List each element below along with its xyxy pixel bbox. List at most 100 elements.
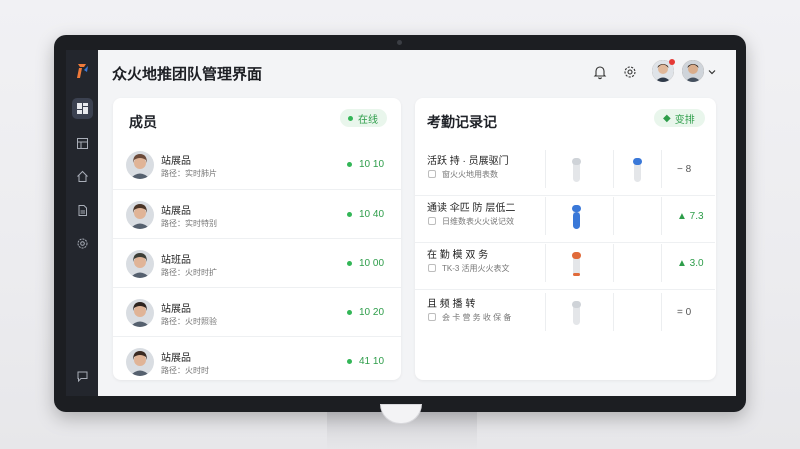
member-value: 10 40 <box>359 209 385 220</box>
record-value: − 8 <box>677 164 692 175</box>
member-row[interactable]: 站展品路径：火时照验 10 20 <box>113 287 401 336</box>
sidebar-item-chat[interactable] <box>72 366 93 387</box>
dashboard-icon <box>77 103 88 114</box>
member-name: 站班品 <box>161 255 191 266</box>
record-subtitle: 会 卡 营 务 收 保 备 <box>442 313 512 322</box>
user-avatar[interactable] <box>682 60 704 82</box>
attendance-title: 考勤记录记 <box>427 114 497 130</box>
record-subtitle: 窗火火地用表数 <box>442 170 498 179</box>
member-subtitle: 路径：火时时扩 <box>161 268 217 277</box>
chat-icon <box>77 371 88 383</box>
member-avatar <box>126 201 154 229</box>
member-row[interactable]: 站班品路径：火时时扩 10 00 <box>113 238 401 287</box>
bell-icon[interactable] <box>592 64 608 80</box>
online-dot <box>347 261 352 266</box>
top-header: 众火地推团队管理界面 <box>98 50 736 94</box>
gauge-fill <box>573 273 580 276</box>
members-card: 成员 在线 站展品 路径：实时肺片 10 10 站展品 路径：实时特别 10 40 站班品路… <box>113 98 401 380</box>
member-value: 10 10 <box>359 159 385 170</box>
attendance-record[interactable]: 通读 伞匹 防 层低二 日维数表火火说记效 ▲ 7.3 <box>415 195 715 243</box>
document-icon <box>78 205 87 216</box>
attendance-record[interactable]: 活跃 持 · 员展驱门 窗火火地用表数 − 8 <box>415 148 715 196</box>
sidebar-item-home[interactable] <box>72 166 93 187</box>
app-logo[interactable] <box>75 62 91 80</box>
app-screen: 众火地推团队管理界面 成员 在线 站展品 路径：实时肺片 10 10 站展品 路… <box>66 50 736 396</box>
member-avatar <box>126 348 154 376</box>
page-title: 众火地推团队管理界面 <box>112 66 263 83</box>
member-row[interactable]: 站展品路径：实时特别 10 40 <box>113 189 401 238</box>
member-avatar <box>126 299 154 327</box>
record-value: = 0 <box>677 307 692 318</box>
record-checkbox[interactable] <box>428 217 436 225</box>
member-name: 站展品 <box>161 206 191 217</box>
attendance-action-button[interactable]: ◆ 变排 <box>654 109 705 127</box>
status-label: 在线 <box>358 114 378 126</box>
member-row[interactable]: 站展品路径：实时肺片 10 10 <box>113 140 401 189</box>
record-checkbox[interactable] <box>428 264 436 272</box>
column-divider <box>661 244 662 282</box>
column-divider <box>613 293 614 331</box>
action-label: 变排 <box>674 114 695 126</box>
record-title: 通读 伞匹 防 层低二 <box>427 203 516 214</box>
member-name: 站展品 <box>161 353 191 364</box>
sidebar <box>66 50 98 396</box>
column-divider <box>661 150 662 188</box>
gauge-fill <box>573 212 580 229</box>
record-value: ▲ 3.0 <box>677 258 704 269</box>
member-row[interactable]: 站展品路径：火时时 41 10 <box>113 336 401 385</box>
online-dot <box>347 359 352 364</box>
member-value: 41 10 <box>359 356 385 367</box>
layout-icon <box>77 138 88 149</box>
diamond-icon: ◆ <box>663 112 671 124</box>
online-dot <box>347 310 352 315</box>
member-name: 站展品 <box>161 304 191 315</box>
member-subtitle: 路径：实时肺片 <box>161 169 217 178</box>
sidebar-item-documents[interactable] <box>72 200 93 221</box>
column-divider <box>661 293 662 331</box>
chevron-down-icon[interactable] <box>707 67 717 77</box>
member-subtitle: 路径：实时特别 <box>161 219 217 228</box>
online-dot <box>347 162 352 167</box>
gauge-cap <box>633 158 642 165</box>
online-status-pill[interactable]: 在线 <box>340 109 387 127</box>
online-dot <box>347 212 352 217</box>
record-checkbox[interactable] <box>428 313 436 321</box>
sidebar-item-settings[interactable] <box>72 233 93 254</box>
column-divider <box>545 244 546 282</box>
record-checkbox[interactable] <box>428 170 436 178</box>
member-name: 站展品 <box>161 156 191 167</box>
gauge-cap <box>572 301 581 308</box>
gauge-cap <box>572 252 581 259</box>
column-divider <box>613 244 614 282</box>
attendance-record[interactable]: 且 频 播 转会 卡 营 务 收 保 备 = 0 <box>415 291 715 339</box>
home-icon <box>77 170 88 182</box>
member-value: 10 00 <box>359 258 385 269</box>
level-gauge <box>572 252 581 276</box>
gauge-cap <box>572 205 581 212</box>
settings-icon[interactable] <box>622 64 638 80</box>
record-title: 活跃 持 · 员展驱门 <box>427 156 509 167</box>
column-divider <box>613 150 614 188</box>
column-divider <box>613 197 614 235</box>
webcam <box>397 40 402 45</box>
members-title: 成员 <box>129 114 157 130</box>
sidebar-item-layout[interactable] <box>72 133 93 154</box>
member-subtitle: 路径：火时照验 <box>161 317 217 326</box>
record-title: 在 勤 模 双 务 <box>427 250 489 261</box>
record-value: ▲ 7.3 <box>677 211 704 222</box>
level-gauge <box>633 158 642 182</box>
gauge-cap <box>572 158 581 165</box>
column-divider <box>545 293 546 331</box>
attendance-card: 考勤记录记 ◆ 变排 活跃 持 · 员展驱门 窗火火地用表数 − 8 通读 伞匹 防 … <box>415 98 716 380</box>
member-avatar <box>126 151 154 179</box>
level-gauge <box>572 205 581 229</box>
attendance-record[interactable]: 在 勤 模 双 务 TK-3 活用火火表文 ▲ 3.0 <box>415 242 715 290</box>
member-value: 10 20 <box>359 307 385 318</box>
member-avatar <box>126 250 154 278</box>
settings-icon <box>77 238 88 249</box>
sidebar-item-dashboard[interactable] <box>72 98 93 119</box>
level-gauge <box>572 158 581 182</box>
record-subtitle: TK-3 活用火火表文 <box>442 264 510 273</box>
notification-badge <box>669 59 675 65</box>
member-subtitle: 路径：火时时 <box>161 366 209 375</box>
